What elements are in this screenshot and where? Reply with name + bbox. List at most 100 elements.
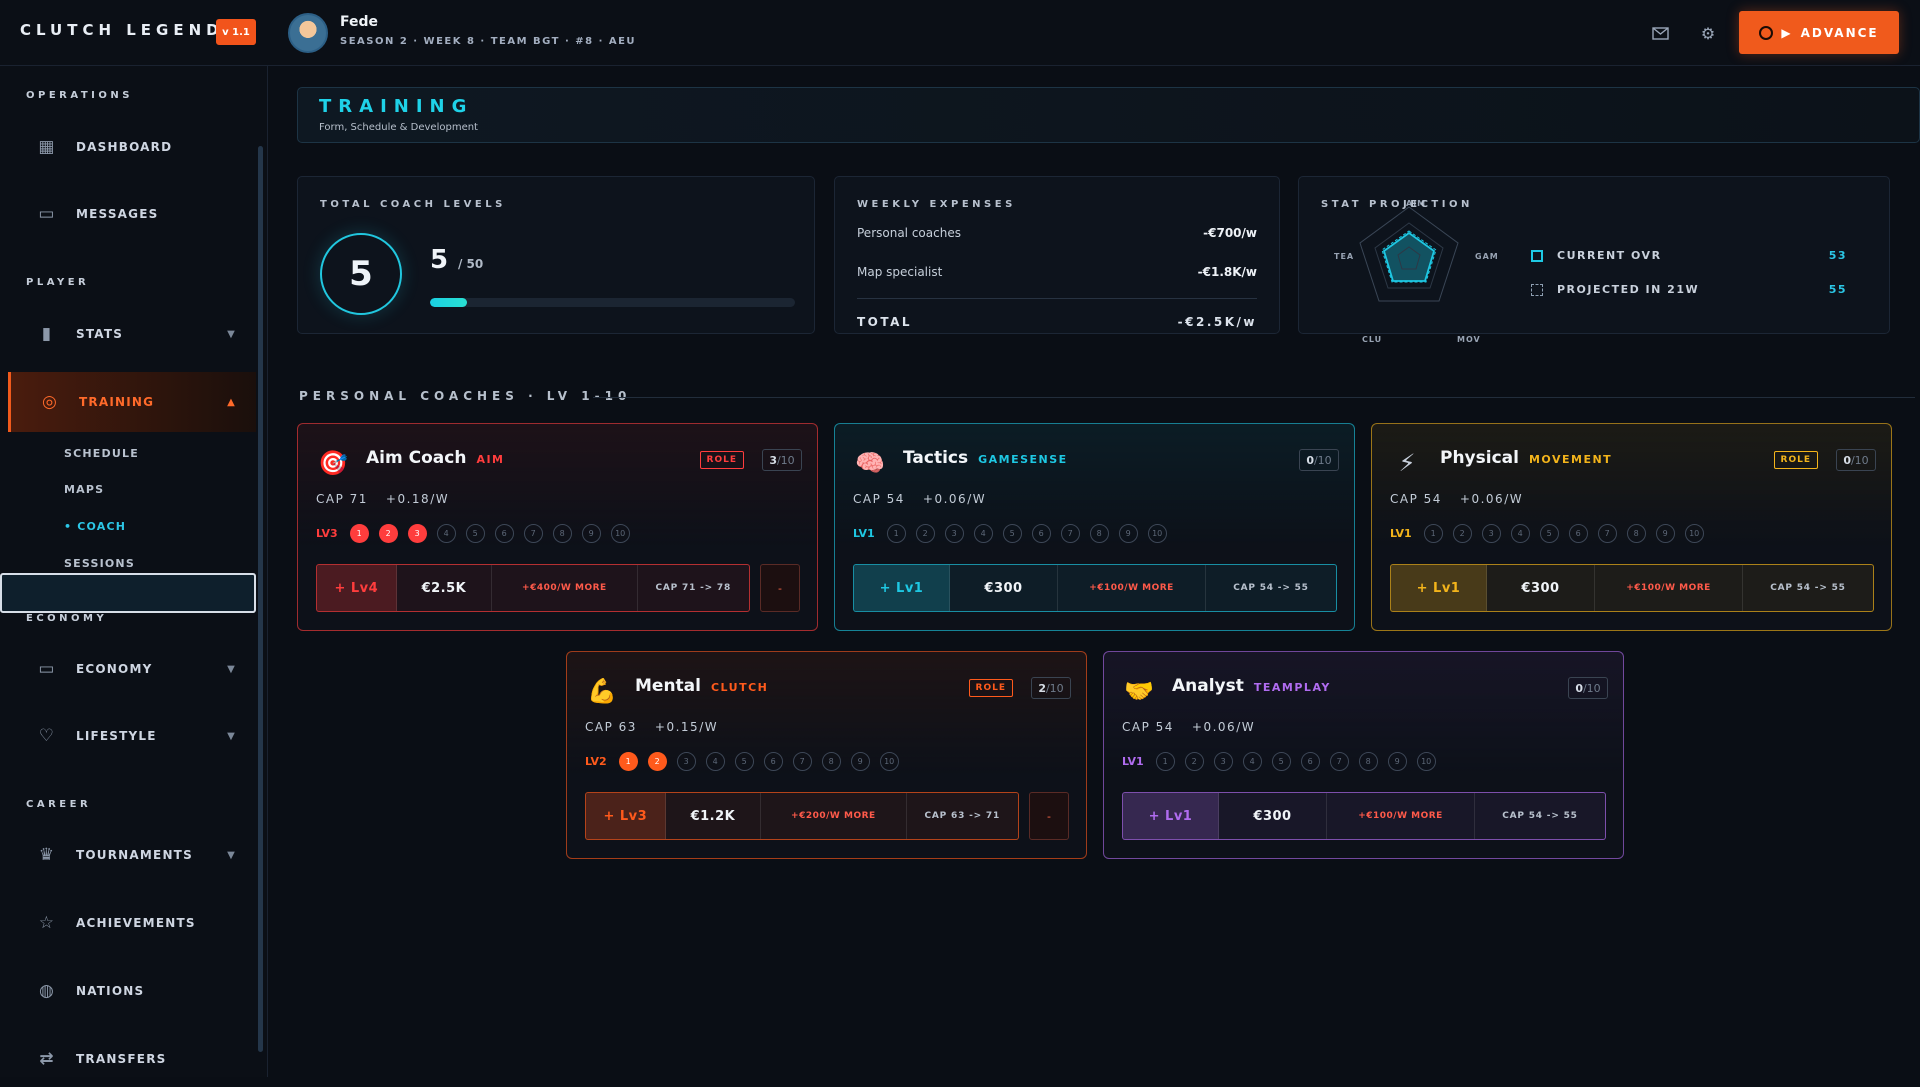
coach-icon: 💪 [587, 677, 617, 705]
coach-tag: GAMESENSE [978, 453, 1068, 466]
count-max: /10 [1313, 453, 1332, 467]
buy-level-button[interactable]: + Lv1 €300 +€100/W MORE CAP 54 -> 55 [1122, 792, 1606, 840]
buy-level: + Lv4 [317, 565, 397, 611]
buy-level: + Lv1 [1123, 793, 1219, 839]
sidebar-item-achievements[interactable]: ☆ ACHIEVEMENTS [8, 895, 256, 951]
cap-value: CAP 54 [1122, 720, 1174, 734]
coach-cap: CAP 54 +0.06/W [1390, 492, 1523, 506]
top-bar: CLUTCH LEGEND v 1.1 Fede SEASON 2 · WEEK… [0, 0, 1920, 66]
expense-total: TOTAL -€2.5K/w [857, 315, 1257, 329]
sub-item-coach[interactable]: • COACH [64, 520, 126, 533]
total-label: TOTAL [857, 315, 913, 329]
sidebar-item-transfers[interactable]: ⇄ TRANSFERS [8, 1031, 256, 1087]
level-dot: 5 [1271, 752, 1291, 771]
gear-icon[interactable]: ⚙ [1697, 22, 1719, 44]
cap-value: CAP 54 [853, 492, 905, 506]
level-dot: 5 [465, 524, 485, 543]
coach-name: Aim Coach AIM [366, 448, 505, 468]
grid-icon: ▦ [38, 137, 56, 157]
sub-item-maps[interactable]: MAPS [64, 483, 104, 496]
level-dot: 8 [552, 524, 572, 543]
buy-level-button[interactable]: + Lv4 €2.5K +€400/W MORE CAP 71 -> 78 [316, 564, 750, 612]
remove-level-button[interactable]: - [1029, 792, 1069, 840]
radar-axis-tea: TEA [1334, 252, 1355, 261]
buy-level-button[interactable]: + Lv1 €300 +€100/W MORE CAP 54 -> 55 [1390, 564, 1874, 612]
gain-value: +0.06/W [1191, 720, 1256, 734]
page-header: TRAINING Form, Schedule & Development [297, 87, 1920, 143]
sidebar-item-tournaments[interactable]: ♛ TOURNAMENTS ▼ [8, 827, 256, 883]
weekly-expenses-card: WEEKLY EXPENSES Personal coaches -€700/w … [834, 176, 1280, 334]
level-dot: 4 [1242, 752, 1262, 771]
buy-cap-change: CAP 63 -> 71 [924, 811, 1001, 821]
stat-projection-card: AIM GAM MOV CLU TEA STAT PROJECTION CURR… [1298, 176, 1890, 344]
role-badge: ROLE [1773, 451, 1818, 469]
level-dot: 1 [618, 752, 638, 771]
buy-price: €300 [1219, 793, 1327, 839]
count-value: 0 [1306, 453, 1314, 467]
coach-card: 🧠 Tactics GAMESENSE 0/10 CAP 54 +0.06/W LV1 1 2 3… [834, 423, 1355, 631]
remove-level-button[interactable]: - [760, 564, 800, 612]
coach-levels-progress [430, 298, 795, 307]
level-dot: 5 [734, 752, 754, 771]
sidebar-item-stats[interactable]: ▮ STATS ▼ [8, 306, 256, 362]
sidebar-item-dashboard[interactable]: ▦ DASHBOARD [8, 119, 256, 175]
cap-value: CAP 71 [316, 492, 368, 506]
main-content: TRAINING Form, Schedule & Development TO… [268, 66, 1920, 1077]
sidebar-item-training[interactable]: ◎ TRAINING ▲ [8, 372, 256, 432]
expense-value: -€1.8K/w [1197, 265, 1257, 279]
level-dot: 3 [676, 752, 696, 771]
version-badge: v 1.1 [216, 19, 256, 45]
coach-name-text: Tactics [903, 448, 969, 468]
sidebar-item-economy[interactable]: ▭ ECONOMY ▼ [8, 641, 256, 697]
app-title: CLUTCH LEGEND [20, 21, 224, 39]
sidebar-item-lifestyle[interactable]: ♡ LIFESTYLE ▼ [8, 708, 256, 764]
gain-value: +0.15/W [654, 720, 719, 734]
level-dot: 2 [915, 524, 935, 543]
level-dot: 7 [1329, 752, 1349, 771]
sidebar-item-messages[interactable]: ▭ MESSAGES [8, 186, 256, 242]
buy-level-button[interactable]: + Lv1 €300 +€100/W MORE CAP 54 -> 55 [853, 564, 1337, 612]
total-value: -€2.5K/w [1177, 315, 1257, 329]
sidebar-item-nations[interactable]: ◍ NATIONS [8, 963, 256, 1019]
expense-row: Map specialist -€1.8K/w [857, 265, 1257, 279]
coach-count: 0/10 [1299, 449, 1339, 471]
coach-count: 2/10 [1031, 677, 1071, 699]
count-value: 3 [769, 453, 777, 467]
buy-level: + Lv1 [854, 565, 950, 611]
avatar[interactable] [288, 13, 328, 53]
heart-icon: ♡ [38, 726, 56, 746]
legend-projected: PROJECTED IN 21W 55 [1531, 283, 1847, 296]
level-dot: 6 [1031, 524, 1051, 543]
level-dot: 4 [705, 752, 725, 771]
coach-tag: CLUTCH [710, 681, 769, 694]
coach-icon: 🎯 [318, 449, 348, 477]
sub-item-schedule[interactable]: SCHEDULE [64, 447, 139, 460]
play-icon: ▶ [1781, 25, 1793, 40]
coach-levels-label: TOTAL COACH LEVELS [320, 199, 506, 210]
sidebar-item-label: ACHIEVEMENTS [76, 916, 196, 930]
user-subtitle: SEASON 2 · WEEK 8 · TEAM BGT · #8 · AEU [340, 36, 637, 47]
gain-value: +0.06/W [922, 492, 987, 506]
sidebar-item-label: NATIONS [76, 984, 145, 998]
chevron-down-icon: ▼ [227, 663, 236, 675]
level-dot: 8 [1626, 524, 1646, 543]
buy-more: +€200/W MORE [761, 793, 907, 839]
level-dot: 4 [973, 524, 993, 543]
sidebar-scrollbar[interactable] [258, 146, 263, 1052]
buy-level-button[interactable]: + Lv3 €1.2K +€200/W MORE CAP 63 -> 71 [585, 792, 1019, 840]
level-dot: 6 [763, 752, 783, 771]
coach-card: ⚡ Physical MOVEMENT ROLE 0/10 CAP 54 +0.06/W LV… [1371, 423, 1892, 631]
advance-button[interactable]: ▶ ADVANCE [1739, 11, 1899, 54]
sub-item-coach-active[interactable] [0, 573, 256, 613]
coach-card: 💪 Mental CLUTCH ROLE 2/10 CAP 63 +0.15/W LV2 1 2 3… [566, 651, 1087, 859]
count-max: /10 [1582, 681, 1601, 695]
mail-icon[interactable] [1649, 22, 1671, 44]
divider [857, 298, 1257, 299]
projection-label: STAT PROJECTION [1321, 199, 1473, 210]
level-dot: 2 [378, 524, 398, 543]
sidebar-item-label: TRANSFERS [76, 1052, 167, 1066]
sub-item-sessions[interactable]: SESSIONS [64, 557, 135, 570]
section-divider [593, 397, 1915, 398]
chevron-down-icon: ▼ [227, 849, 236, 861]
coach-count: 0/10 [1568, 677, 1608, 699]
